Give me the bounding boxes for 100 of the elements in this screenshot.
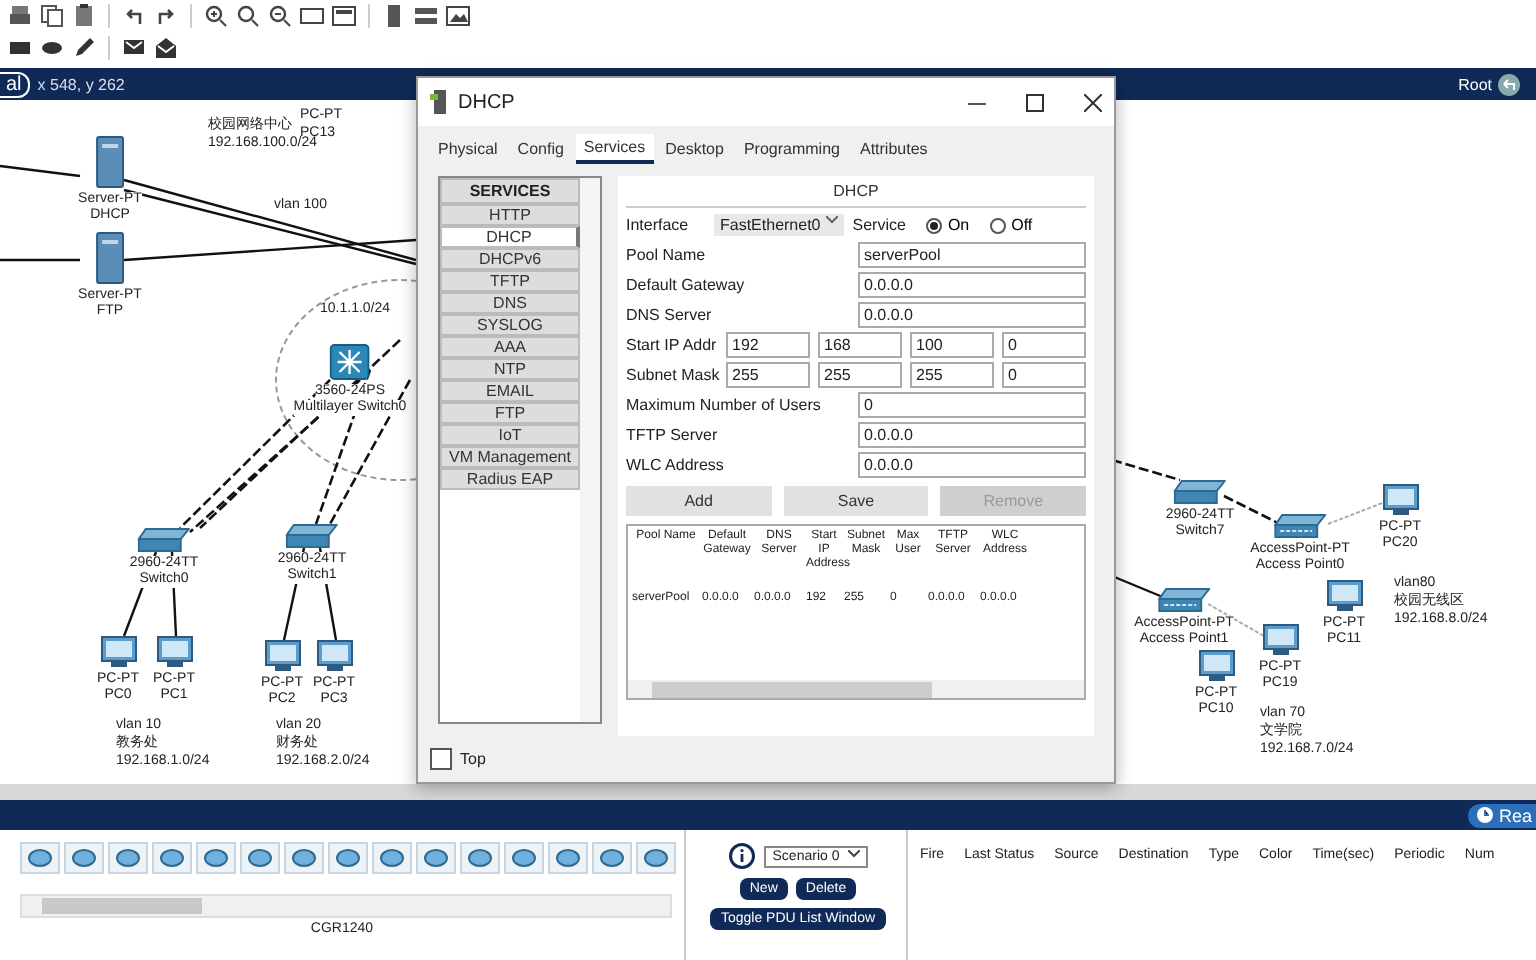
access-point-icon: [1158, 588, 1210, 612]
field-label: Default Gateway: [626, 276, 747, 294]
horizontal-scrollbar[interactable]: [0, 784, 1536, 800]
router-icon[interactable]: [416, 842, 456, 874]
server-icon: [96, 232, 124, 284]
service-item[interactable]: VM Management: [440, 446, 580, 468]
service-item[interactable]: FTP: [440, 402, 580, 424]
ellipse-icon[interactable]: [40, 36, 64, 60]
add-pdu-icon[interactable]: [122, 36, 146, 60]
window-icon[interactable]: [300, 4, 324, 28]
pc-icon: [100, 636, 136, 668]
input-field[interactable]: 0.0.0.0: [858, 452, 1086, 478]
router-icon[interactable]: [504, 842, 544, 874]
input-field[interactable]: 0: [1002, 362, 1086, 388]
input-field[interactable]: 168: [818, 332, 902, 358]
pc-icon: [316, 640, 352, 672]
router-icon[interactable]: [548, 842, 588, 874]
action-button[interactable]: Save: [783, 486, 929, 516]
scrollbar-track[interactable]: [580, 178, 600, 722]
multilayer-switch-icon: [330, 344, 370, 380]
action-button[interactable]: Add: [626, 486, 772, 516]
undo-icon[interactable]: [122, 4, 146, 28]
scrollbar-thumb[interactable]: [42, 898, 202, 914]
input-field[interactable]: 100: [910, 332, 994, 358]
input-field[interactable]: 0.0.0.0: [858, 272, 1086, 298]
service-item[interactable]: TFTP: [440, 270, 580, 292]
input-field[interactable]: 255: [726, 362, 810, 388]
input-field[interactable]: 0: [858, 392, 1086, 418]
radio-button[interactable]: On: [913, 216, 970, 234]
service-item[interactable]: NTP: [440, 358, 580, 380]
input-field[interactable]: 0.0.0.0: [858, 302, 1086, 328]
scrollbar-thumb[interactable]: [652, 681, 932, 697]
checkbox[interactable]: [430, 748, 452, 770]
field-label: DNS Server: [626, 306, 714, 324]
cursor-coordinates: x 548, y 262: [37, 75, 125, 93]
router-icon[interactable]: [20, 842, 60, 874]
service-item[interactable]: IoT: [440, 424, 580, 446]
complex-pdu-icon[interactable]: [154, 36, 178, 60]
access-point-icon: [1274, 514, 1326, 538]
field-label: Maximum Number of Users: [626, 396, 823, 414]
router-icon[interactable]: [284, 842, 324, 874]
router-icon[interactable]: [108, 842, 148, 874]
router-icon[interactable]: [152, 842, 192, 874]
pc-icon: [1382, 484, 1418, 516]
router-icon[interactable]: [460, 842, 500, 874]
field-label: Start IP Addr: [626, 336, 718, 354]
palette-window-icon[interactable]: [332, 4, 356, 28]
router-icon[interactable]: [64, 842, 104, 874]
back-arrow-icon[interactable]: [1498, 73, 1520, 95]
router-icon[interactable]: [372, 842, 412, 874]
cluster-icon[interactable]: [414, 4, 438, 28]
checkbox-label: Top: [460, 750, 486, 768]
router-icon[interactable]: [328, 842, 368, 874]
service-item[interactable]: DHCP: [440, 226, 580, 248]
print-icon[interactable]: [8, 4, 32, 28]
field-label: WLC Address: [626, 456, 726, 474]
service-item[interactable]: EMAIL: [440, 380, 580, 402]
field-label: Interface: [626, 216, 691, 234]
service-item[interactable]: SYSLOG: [440, 314, 580, 336]
service-item[interactable]: DHCPv6: [440, 248, 580, 270]
pc-icon: [156, 636, 192, 668]
redo-icon[interactable]: [154, 4, 178, 28]
router-icon[interactable]: [196, 842, 236, 874]
info-icon[interactable]: [728, 842, 757, 870]
clock-icon: [1476, 806, 1495, 824]
root-label[interactable]: Root: [1458, 75, 1492, 93]
picture-icon[interactable]: [446, 4, 470, 28]
input-field[interactable]: 255: [910, 362, 994, 388]
service-item[interactable]: AAA: [440, 336, 580, 358]
logical-tab[interactable]: al: [0, 71, 30, 97]
copy-icon[interactable]: [40, 4, 64, 28]
field-label: Subnet Mask: [626, 366, 718, 384]
router-icon[interactable]: [240, 842, 280, 874]
pc-icon: [1326, 580, 1362, 612]
device-list-icon[interactable]: [382, 4, 406, 28]
input-field[interactable]: 0.0.0.0: [858, 422, 1086, 448]
service-item[interactable]: DNS: [440, 292, 580, 314]
service-item[interactable]: HTTP: [440, 204, 580, 226]
radio-button[interactable]: Off: [977, 216, 1033, 234]
pencil-icon[interactable]: [72, 36, 96, 60]
realtime-tab[interactable]: Rea: [1468, 803, 1536, 827]
input-field[interactable]: 192: [726, 332, 810, 358]
close-icon[interactable]: [1084, 93, 1102, 111]
paste-icon[interactable]: [72, 4, 96, 28]
rectangle-icon[interactable]: [8, 36, 32, 60]
cable: [1111, 458, 1181, 482]
router-icon[interactable]: [636, 842, 676, 874]
zoom-reset-icon[interactable]: [236, 4, 260, 28]
router-icon[interactable]: [592, 842, 632, 874]
zoom-in-icon[interactable]: [204, 4, 228, 28]
service-item[interactable]: Radius EAP: [440, 468, 580, 490]
tab[interactable]: Services: [575, 134, 654, 164]
input-field[interactable]: 0: [1002, 332, 1086, 358]
input-field[interactable]: 255: [818, 362, 902, 388]
field-label: Pool Name: [626, 246, 708, 264]
zoom-out-icon[interactable]: [268, 4, 292, 28]
maximize-icon[interactable]: [1026, 93, 1044, 111]
field-label: TFTP Server: [626, 426, 720, 444]
interface-dropdown[interactable]: FastEthernet0: [714, 214, 845, 236]
input-field[interactable]: serverPool: [858, 242, 1086, 268]
